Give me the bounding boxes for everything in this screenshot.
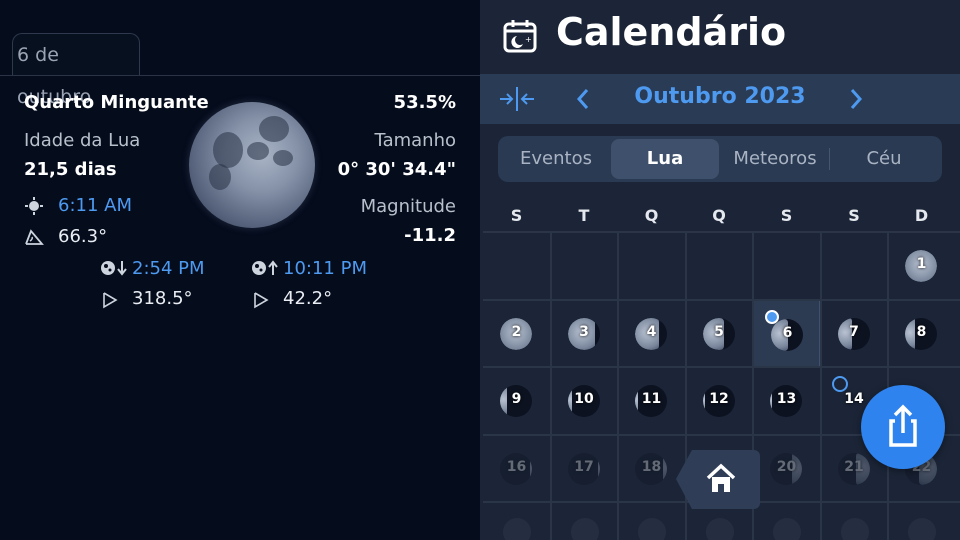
day-number: 18 [641, 458, 662, 475]
share-button[interactable] [861, 385, 945, 469]
weekday-label: Q [644, 206, 659, 225]
tab-ceu[interactable]: Céu [830, 136, 938, 182]
day-number: 13 [776, 391, 797, 407]
moon-details-panel: 6 de outubro Quarto Minguante 53.5% Idad… [0, 0, 480, 540]
age-label: Idade da Lua [24, 130, 141, 151]
day-number: 4 [646, 323, 657, 340]
calendar-day[interactable]: 4 [618, 300, 685, 367]
illumination-value: 53.5% [393, 92, 456, 113]
calendar-day[interactable]: 16 [483, 435, 550, 502]
calendar-day[interactable]: 8 [888, 300, 955, 367]
moonset-time: 2:54 PM [132, 258, 205, 279]
tab-lua[interactable]: Lua [611, 139, 719, 179]
day-number: 10 [574, 391, 594, 407]
home-button[interactable] [676, 450, 760, 509]
moonset-icon [101, 261, 127, 276]
new-moon-marker [831, 376, 848, 392]
calendar-day[interactable]: 5 [686, 300, 753, 367]
day-number: 12 [709, 391, 729, 407]
day-number: 3 [579, 323, 589, 340]
category-tabs: Eventos Lua Meteoros Céu [498, 136, 942, 182]
svg-text:+: + [525, 35, 532, 44]
magnitude-label: Magnitude [360, 196, 456, 217]
page-title: Calendário [556, 10, 787, 54]
day-number: 8 [916, 323, 927, 340]
calendar-day[interactable]: 20 [753, 435, 820, 502]
transit-icon [25, 197, 43, 215]
grid-line [549, 232, 552, 540]
day-number: 1 [916, 256, 927, 272]
calendar-day[interactable]: 2 [483, 300, 550, 367]
transit-time: 6:11 AM [58, 195, 132, 216]
moonrise-time: 10:11 PM [283, 258, 367, 279]
moon-phase-icon [773, 518, 801, 540]
selected-day-marker [765, 309, 779, 324]
grid-line [819, 232, 822, 540]
calendar-day[interactable]: 6 [753, 299, 820, 367]
weekday-label: D [914, 206, 929, 225]
tab-divider [0, 75, 480, 76]
age-value: 21,5 dias [24, 159, 117, 180]
calendar-day[interactable]: 9 [483, 367, 550, 434]
calendar-day[interactable]: 17 [551, 435, 618, 502]
grid-line [617, 232, 619, 540]
chevron-right-icon[interactable] [846, 86, 866, 112]
calendar-day[interactable]: 11 [618, 367, 685, 434]
azimuth-icon [254, 292, 269, 309]
moon-phase-icon [503, 518, 531, 540]
moonset-azimuth: 318.5° [132, 288, 193, 309]
collapse-icon[interactable] [498, 86, 536, 112]
chevron-left-icon[interactable] [573, 86, 593, 112]
weekday-label: Q [712, 206, 726, 225]
day-number: 17 [574, 458, 594, 475]
day-number: 11 [641, 391, 662, 407]
day-number: 20 [776, 458, 797, 475]
day-number: 5 [714, 323, 724, 340]
moonrise-azimuth: 42.2° [283, 288, 333, 309]
day-number: 16 [506, 458, 527, 475]
size-value: 0° 30' 34.4" [337, 159, 456, 180]
day-number: 7 [849, 323, 859, 340]
moon-phase-icon [570, 518, 599, 540]
weekday-label: S [780, 206, 793, 225]
moon-phase-icon [840, 518, 869, 540]
day-number: 2 [511, 323, 522, 340]
weekday-label: S [848, 206, 860, 225]
altitude-icon [25, 229, 44, 245]
calendar-day[interactable]: 13 [753, 367, 820, 434]
day-number: 6 [782, 324, 793, 341]
calendar-day[interactable]: 18 [618, 435, 685, 502]
azimuth-icon [103, 292, 118, 309]
calendar-day[interactable]: 3 [551, 300, 618, 367]
weekday-label: S [510, 206, 523, 225]
moon-image [189, 102, 315, 228]
tab-eventos[interactable]: Eventos [502, 136, 610, 182]
day-number: 9 [511, 391, 522, 407]
phase-name: Quarto Minguante [24, 92, 209, 113]
month-navigator: Outubro 2023 [480, 74, 960, 124]
calendar-day[interactable]: 12 [686, 367, 753, 434]
moonrise-icon [252, 260, 278, 275]
moon-phase-icon [638, 518, 666, 540]
moon-phase-icon [705, 518, 734, 540]
share-icon [889, 404, 917, 447]
moon-phase-icon [908, 518, 936, 540]
month-label: Outubro 2023 [634, 84, 806, 109]
calendar-icon: + [503, 20, 537, 53]
calendar-day[interactable]: 1 [888, 232, 955, 299]
tab-meteoros[interactable]: Meteoros [720, 136, 830, 182]
date-tab[interactable]: 6 de outubro [12, 33, 140, 108]
transit-altitude: 66.3° [58, 226, 108, 247]
calendar-day[interactable]: 7 [821, 300, 888, 367]
calendar-day[interactable]: 10 [551, 367, 618, 434]
size-label: Tamanho [374, 130, 456, 151]
weekday-label: T [578, 206, 590, 225]
magnitude-value: -11.2 [404, 225, 456, 246]
